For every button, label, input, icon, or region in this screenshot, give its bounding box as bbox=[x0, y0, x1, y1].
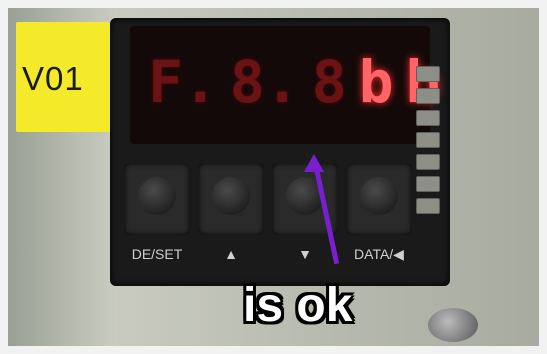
unit-label-sticker: V01 bbox=[16, 22, 110, 132]
status-led bbox=[416, 132, 440, 148]
keypad-labels: DE/SET ▲ ▼ DATA/◀ bbox=[124, 246, 434, 263]
mode-set-button[interactable] bbox=[124, 163, 190, 235]
unit-label-text: V01 bbox=[22, 60, 84, 97]
button-cap bbox=[212, 177, 250, 215]
control-panel: F. 8. 8 b b DE/SET ▲ ▼ DATA/◀ bbox=[110, 18, 450, 286]
status-led bbox=[416, 88, 440, 104]
button-cap bbox=[360, 177, 398, 215]
status-led bbox=[416, 110, 440, 126]
keypad-row bbox=[124, 163, 424, 243]
display-digits: F. 8. 8 b b bbox=[148, 48, 440, 116]
display-digit-1: F. bbox=[148, 48, 218, 116]
mounting-screw bbox=[428, 308, 478, 342]
video-caption: is ok bbox=[243, 279, 353, 332]
down-arrow-label: ▼ bbox=[298, 246, 312, 262]
up-button[interactable] bbox=[198, 163, 264, 235]
mode-set-label: DE/SET bbox=[131, 246, 183, 262]
photo-frame: V01 F. 8. 8 b b DE/SET ▲ ▼ DATA/◀ is ok bbox=[8, 8, 539, 346]
up-arrow-label: ▲ bbox=[224, 246, 238, 262]
display-digit-4: b bbox=[358, 48, 394, 116]
data-shift-button[interactable] bbox=[346, 163, 412, 235]
display-digit-2: 8. bbox=[229, 48, 300, 116]
data-shift-label: DATA/◀ bbox=[354, 246, 404, 262]
button-cap bbox=[138, 177, 176, 215]
seven-segment-display: F. 8. 8 b b bbox=[130, 26, 440, 144]
status-led bbox=[416, 66, 440, 82]
display-digit-3: 8 bbox=[311, 48, 347, 116]
